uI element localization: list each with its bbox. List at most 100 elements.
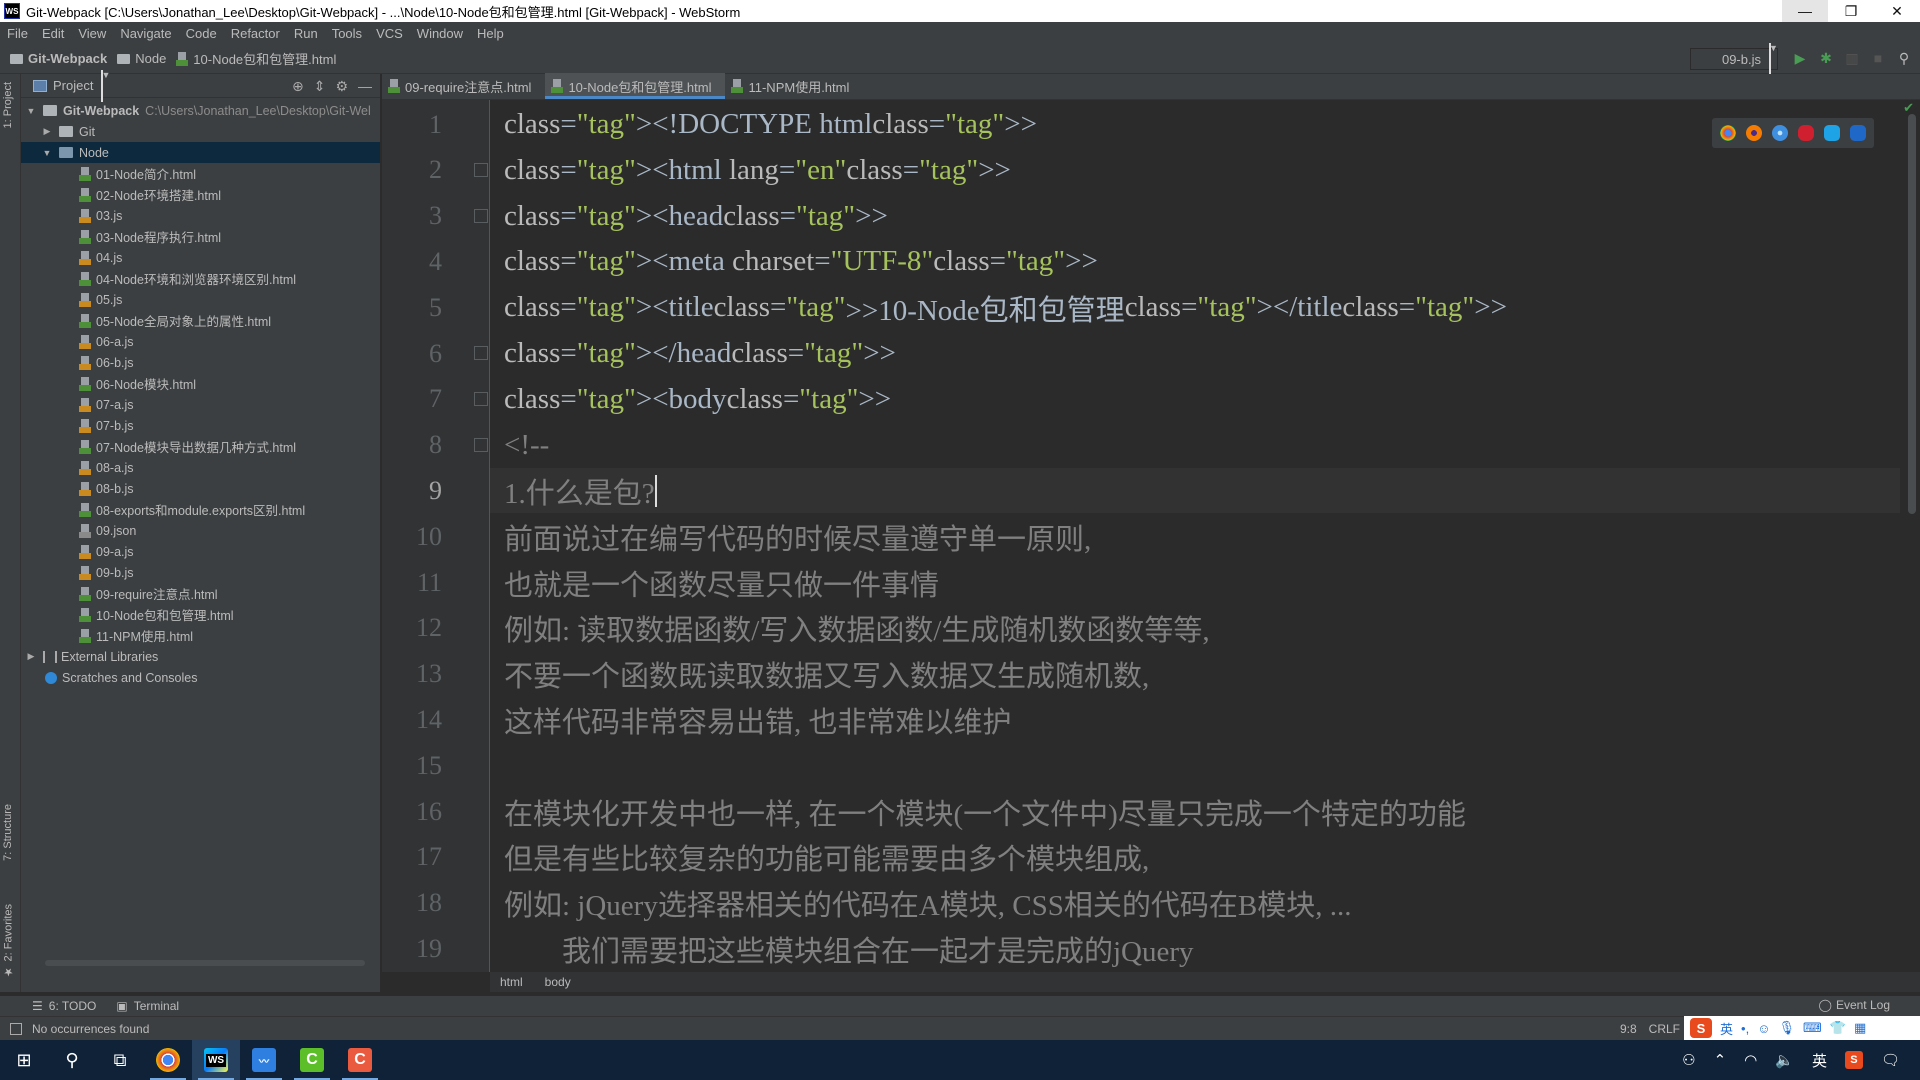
- tree-file-item[interactable]: 09-b.js: [21, 562, 380, 583]
- vertical-scrollbar[interactable]: [1908, 114, 1916, 514]
- caret-position[interactable]: 9:8: [1620, 1022, 1637, 1036]
- editor-tab[interactable]: 09-require注意点.html: [382, 73, 545, 99]
- breadcrumb-body[interactable]: body: [545, 975, 571, 989]
- input-language-indicator[interactable]: 英: [1812, 1050, 1827, 1071]
- tree-file-item[interactable]: 01-Node简介.html: [21, 163, 380, 184]
- fold-marker-icon[interactable]: [474, 162, 488, 177]
- nav-crumb-project[interactable]: Git-Webpack: [10, 51, 107, 66]
- start-button[interactable]: ⊞: [0, 1040, 48, 1080]
- stop-icon[interactable]: ■: [1870, 50, 1886, 66]
- code-line[interactable]: class = "tag" ><title class = "tag" >>10-Node包和…: [490, 285, 1900, 330]
- fold-marker-icon[interactable]: [474, 346, 488, 360]
- ime-punctuation-toggle[interactable]: •,: [1741, 1021, 1749, 1036]
- code-line[interactable]: 前面说过在编写代码的时候尽量遵守单一原则,: [490, 514, 1900, 559]
- code-line[interactable]: [490, 743, 1900, 788]
- tree-file-item[interactable]: 08-b.js: [21, 478, 380, 499]
- show-hidden-icons-chevron-up-icon[interactable]: ⌃: [1714, 1051, 1727, 1069]
- code-line[interactable]: class = "tag" ><body class = "tag" >>: [490, 377, 1900, 422]
- expand-arrow-icon[interactable]: ▼: [25, 106, 37, 116]
- collapse-arrow-icon[interactable]: ▶: [41, 126, 53, 137]
- editor-tab-active[interactable]: 10-Node包和包管理.html: [545, 73, 726, 99]
- expand-arrow-icon[interactable]: ▼: [41, 148, 53, 158]
- tree-file-item[interactable]: 07-a.js: [21, 394, 380, 415]
- taskbar-app-chrome[interactable]: [144, 1040, 192, 1080]
- horizontal-scrollbar[interactable]: [45, 960, 365, 966]
- line-separator[interactable]: CRLF: [1649, 1022, 1680, 1036]
- search-icon[interactable]: ⚲: [1896, 50, 1912, 66]
- tree-file-item[interactable]: 04.js: [21, 247, 380, 268]
- structure-tool-tab[interactable]: 7: Structure: [2, 804, 14, 861]
- nav-crumb-file[interactable]: 10-Node包和包管理.html: [176, 49, 336, 68]
- editor-tab[interactable]: 11-NPM使用.html: [725, 73, 863, 99]
- menu-tools[interactable]: Tools: [325, 26, 369, 41]
- people-icon[interactable]: ⚇: [1682, 1051, 1695, 1069]
- keyboard-icon[interactable]: ⌨: [1803, 1020, 1822, 1036]
- debug-icon[interactable]: ✱: [1818, 50, 1834, 66]
- menu-window[interactable]: Window: [410, 26, 470, 41]
- code-line[interactable]: 例如: 读取数据函数/写入数据函数/生成随机数函数等等,: [490, 606, 1900, 651]
- code-line[interactable]: 例如: jQuery选择器相关的代码在A模块, CSS相关的代码在B模块, ..…: [490, 881, 1900, 926]
- tree-file-item[interactable]: 03-Node程序执行.html: [21, 226, 380, 247]
- tree-file-item[interactable]: 05-Node全局对象上的属性.html: [21, 310, 380, 331]
- tree-folder-git[interactable]: ▶ Git: [21, 121, 380, 142]
- tree-file-item[interactable]: 09-require注意点.html: [21, 583, 380, 604]
- taskbar-search-button[interactable]: ⚲: [48, 1040, 96, 1080]
- coverage-icon[interactable]: ▥: [1844, 50, 1860, 66]
- microphone-icon[interactable]: 🎙: [1778, 1020, 1795, 1036]
- run-icon[interactable]: ▶: [1792, 50, 1808, 66]
- edge-browser-icon[interactable]: [1850, 125, 1866, 141]
- tree-file-item[interactable]: 10-Node包和包管理.html: [21, 604, 380, 625]
- volume-icon[interactable]: 🔈: [1775, 1051, 1794, 1069]
- safari-browser-icon[interactable]: [1772, 125, 1788, 141]
- event-log-button[interactable]: ◯ Event Log: [1819, 998, 1890, 1012]
- code-line[interactable]: 在模块化开发中也一样, 在一个模块(一个文件中)尽量只完成一个特定的功能: [490, 789, 1900, 834]
- taskbar-app-webstorm[interactable]: WS: [192, 1040, 240, 1080]
- wifi-icon[interactable]: ◠: [1744, 1051, 1757, 1069]
- maximize-button[interactable]: ❐: [1828, 0, 1874, 22]
- tree-file-item[interactable]: 07-Node模块导出数据几种方式.html: [21, 436, 380, 457]
- hide-icon[interactable]: —: [358, 78, 372, 95]
- action-center-icon[interactable]: 🗨: [1881, 1051, 1900, 1069]
- code-line[interactable]: <!--: [490, 423, 1900, 468]
- collapse-all-icon[interactable]: ⇕: [314, 78, 326, 95]
- code-editor[interactable]: class = "tag" ><!DOCTYPE html class = "tag" >> c…: [490, 100, 1900, 972]
- tree-root[interactable]: ▼ Git-Webpack C:\Users\Jonathan_Lee\Desk…: [21, 100, 380, 121]
- tree-file-item[interactable]: 08-exports和module.exports区别.html: [21, 499, 380, 520]
- code-line[interactable]: 也就是一个函数尽量只做一件事情: [490, 560, 1900, 605]
- collapse-arrow-icon[interactable]: ▶: [25, 651, 37, 662]
- close-button[interactable]: ✕: [1874, 0, 1920, 22]
- fold-marker-icon[interactable]: [474, 208, 488, 223]
- gear-icon[interactable]: ⚙: [335, 78, 348, 95]
- code-line[interactable]: class = "tag" ></head class = "tag" >>: [490, 331, 1900, 376]
- nav-crumb-node[interactable]: Node: [117, 51, 166, 66]
- fold-marker-icon[interactable]: [474, 437, 488, 452]
- code-line[interactable]: 这样代码非常容易出错, 也非常难以维护: [490, 697, 1900, 742]
- skin-icon[interactable]: 👕: [1830, 1020, 1846, 1036]
- tree-file-item[interactable]: 04-Node环境和浏览器环境区别.html: [21, 268, 380, 289]
- opera-browser-icon[interactable]: [1798, 125, 1814, 141]
- tree-file-item[interactable]: 08-a.js: [21, 457, 380, 478]
- code-line[interactable]: class = "tag" ><meta charset = "UTF-8" class = "…: [490, 239, 1900, 284]
- firefox-browser-icon[interactable]: [1746, 125, 1762, 141]
- code-line[interactable]: class = "tag" ><!DOCTYPE html class = "tag" >>: [490, 102, 1900, 147]
- code-line[interactable]: 但是有些比较复杂的功能可能需要由多个模块组成,: [490, 835, 1900, 880]
- tree-folder-node[interactable]: ▼ Node: [21, 142, 380, 163]
- fold-marker-icon[interactable]: [474, 391, 488, 406]
- taskbar-app-camtasia-green[interactable]: C: [288, 1040, 336, 1080]
- tree-file-item[interactable]: 07-b.js: [21, 415, 380, 436]
- tree-file-item[interactable]: 06-b.js: [21, 352, 380, 373]
- locate-icon[interactable]: ⊕: [292, 78, 304, 95]
- menu-vcs[interactable]: VCS: [369, 26, 410, 41]
- tree-file-item[interactable]: 02-Node环境搭建.html: [21, 184, 380, 205]
- code-line[interactable]: class = "tag" ><html lang = "en" class = "tag" >>: [490, 148, 1900, 193]
- ime-language-toggle[interactable]: 英: [1720, 1019, 1733, 1038]
- menu-refactor[interactable]: Refactor: [224, 26, 287, 41]
- tree-file-item[interactable]: 09-a.js: [21, 541, 380, 562]
- run-configuration-select[interactable]: 09-b.js ▼: [1690, 43, 1778, 75]
- code-line[interactable]: 不要一个函数既读取数据又写入数据又生成随机数,: [490, 652, 1900, 697]
- menu-run[interactable]: Run: [287, 26, 325, 41]
- project-tool-tab[interactable]: 1: Project: [2, 82, 14, 128]
- code-line[interactable]: class = "tag" ><head class = "tag" >>: [490, 194, 1900, 239]
- toolbox-icon[interactable]: ▦: [1854, 1020, 1866, 1036]
- sogou-tray-icon[interactable]: S: [1844, 1051, 1863, 1069]
